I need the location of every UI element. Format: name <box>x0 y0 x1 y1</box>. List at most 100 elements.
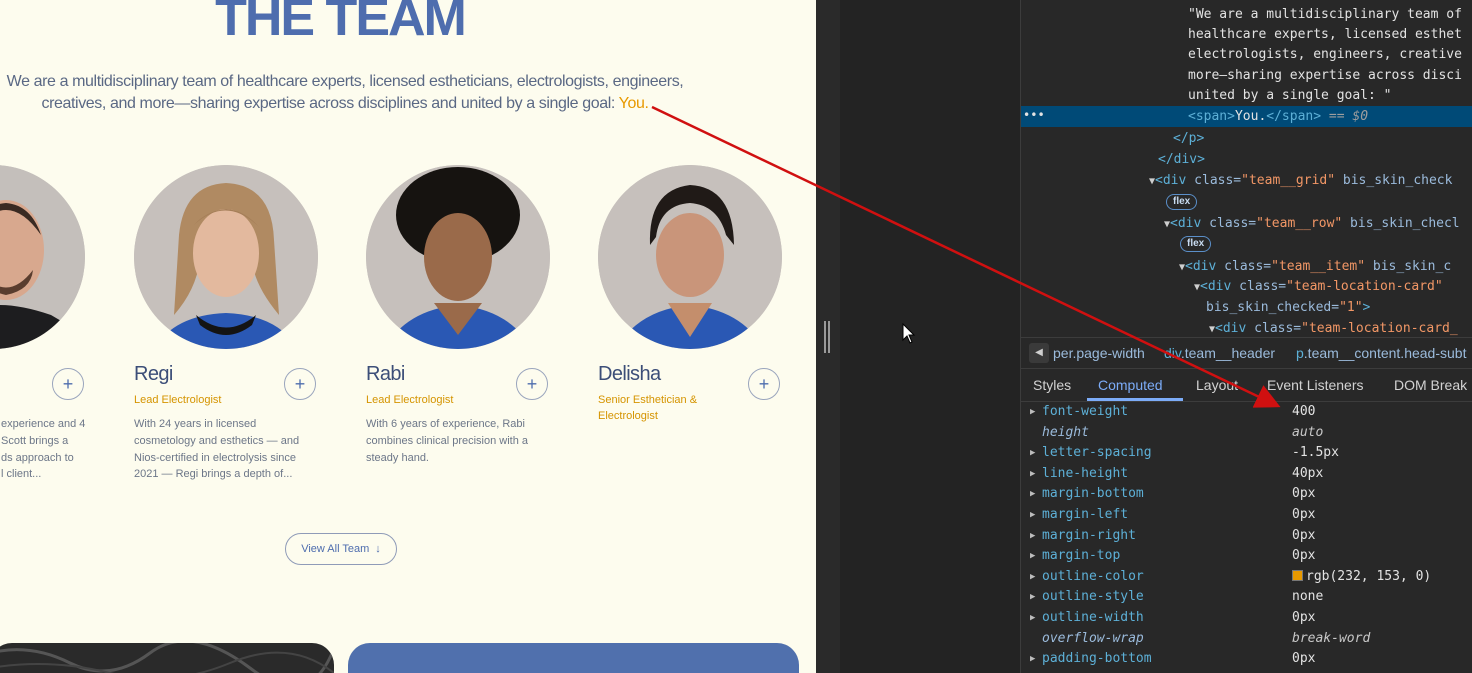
breadcrumb-item[interactable]: div.team__header <box>1164 345 1275 361</box>
property-value: 0px <box>1292 484 1315 504</box>
property-name: line-height <box>1042 465 1129 481</box>
property-name: overflow-wrap <box>1042 630 1144 646</box>
member-name: Delisha <box>598 363 661 385</box>
computed-property-row[interactable]: overflow-wrap break-word <box>1021 629 1472 650</box>
website-viewport: THE TEAM We are a multidisciplinary team… <box>0 0 816 673</box>
computed-property-row[interactable]: ▶ outline-width 0px <box>1021 608 1472 629</box>
tab-dom-breakpoints[interactable]: DOM Break <box>1394 377 1467 393</box>
dom-node-location-card-inner[interactable]: ▼<div class="team-location-card_ <box>1209 318 1458 339</box>
dom-node-team-item[interactable]: ▼<div class="team__item" bis_skin_c <box>1179 256 1451 277</box>
dom-text-node[interactable]: more—sharing expertise across disci <box>1188 65 1462 86</box>
property-value-text: 0px <box>1292 610 1316 625</box>
property-value-text: auto <box>1292 424 1324 440</box>
tab-computed[interactable]: Computed <box>1098 377 1163 393</box>
location-card-image <box>0 643 334 673</box>
property-value-text: 0px <box>1292 527 1316 543</box>
expand-member-button[interactable]: + <box>748 368 780 400</box>
expand-triangle-icon[interactable]: ▶ <box>1030 464 1035 484</box>
expand-triangle-icon[interactable]: ▶ <box>1030 526 1035 546</box>
dom-node-location-card[interactable]: ▼<div class="team-location-card" <box>1194 276 1443 297</box>
tab-layout[interactable]: Layout <box>1196 377 1238 393</box>
view-all-label: View All Team <box>301 543 370 555</box>
devtools-empty-pane <box>816 0 1020 673</box>
property-value-text: 0px <box>1292 548 1316 564</box>
computed-property-row[interactable]: ▶ letter-spacing -1.5px <box>1021 443 1472 464</box>
computed-property-row[interactable]: ▶ margin-left 0px <box>1021 505 1472 526</box>
expand-triangle-icon[interactable]: ▶ <box>1030 505 1035 525</box>
property-value-text: rgb(232, 153, 0) <box>1306 568 1432 584</box>
property-name: font-weight <box>1042 404 1129 419</box>
panel-resize-handle[interactable] <box>824 321 832 353</box>
computed-properties-list: ▶ font-weight 400 height auto ▶ letter-spacing… <box>1021 402 1472 673</box>
property-value-text: -1.5px <box>1292 445 1339 461</box>
dom-close-tag[interactable]: </div> <box>1158 149 1205 170</box>
expand-triangle-icon[interactable]: ▶ <box>1030 649 1035 669</box>
property-value: none <box>1292 587 1323 607</box>
expand-member-button[interactable]: + <box>516 368 548 400</box>
flex-badge[interactable]: flex <box>1180 236 1212 252</box>
property-value: auto <box>1292 423 1323 443</box>
property-value: 0px <box>1292 649 1315 669</box>
expand-triangle-icon[interactable]: ▶ <box>1030 443 1035 463</box>
computed-property-row[interactable]: ▶ line-height 40px <box>1021 464 1472 485</box>
mouse-cursor-icon <box>902 323 916 344</box>
more-options-icon[interactable]: ••• <box>1023 106 1045 125</box>
computed-property-row[interactable]: height auto <box>1021 423 1472 444</box>
expand-triangle-icon[interactable]: ▶ <box>1030 402 1035 422</box>
member-role: Lead Electrologist <box>366 394 454 406</box>
property-value: 0px <box>1292 608 1315 628</box>
member-photo <box>366 165 550 349</box>
intro-text: We are a multidisciplinary team of healt… <box>6 73 684 112</box>
expand-triangle-icon[interactable]: ▶ <box>1030 546 1035 566</box>
dom-close-tag[interactable]: </p> <box>1173 128 1204 149</box>
color-swatch-icon[interactable] <box>1292 569 1303 581</box>
computed-property-row[interactable]: ▶ margin-bottom 0px <box>1021 484 1472 505</box>
property-name: height <box>1042 424 1089 440</box>
property-name: outline-color <box>1042 568 1144 584</box>
property-name: outline-style <box>1042 589 1144 605</box>
expand-triangle-icon[interactable]: ▶ <box>1030 484 1035 504</box>
dom-node-team-row[interactable]: ▼<div class="team__row" bis_skin_checl <box>1164 213 1460 234</box>
property-value-text: 400 <box>1292 404 1316 419</box>
dom-text-node[interactable]: electrologists, engineers, creative <box>1188 44 1462 65</box>
dom-text-node[interactable]: healthcare experts, licensed esthet <box>1188 24 1462 45</box>
view-all-team-button[interactable]: View All Team ↓ <box>285 533 397 565</box>
computed-property-row[interactable]: ▶ margin-top 0px <box>1021 546 1472 567</box>
computed-property-row[interactable]: ▶ padding-bottom 0px <box>1021 649 1472 670</box>
dom-text-node[interactable]: united by a single goal: " <box>1188 85 1392 106</box>
property-value: 400 <box>1292 402 1315 422</box>
breadcrumb-item[interactable]: p.team__content.head-subt <box>1296 345 1466 361</box>
computed-property-row[interactable]: ▶ font-weight 400 <box>1021 402 1472 423</box>
dom-node-team-grid[interactable]: ▼<div class="team__grid" bis_skin_check <box>1149 170 1452 191</box>
member-photo <box>598 165 782 349</box>
member-photo <box>134 165 318 349</box>
property-name: outline-width <box>1042 610 1144 625</box>
chevron-left-icon[interactable]: ◀ <box>1029 343 1049 363</box>
member-bio: With 24 years in licensed cosmetology an… <box>134 418 300 481</box>
tab-styles[interactable]: Styles <box>1033 377 1071 393</box>
devtools-panel: "We are a multidisciplinary team of heal… <box>1020 0 1472 673</box>
expand-member-button[interactable]: + <box>284 368 316 400</box>
dom-span-node[interactable]: <span>You.</span> == $0 <box>1188 106 1368 127</box>
expand-triangle-icon[interactable]: ▶ <box>1030 587 1035 607</box>
breadcrumb-item[interactable]: per.page-width <box>1053 345 1145 361</box>
dom-attr-line[interactable]: bis_skin_checked="1"> <box>1206 297 1370 318</box>
property-value-text: 40px <box>1292 465 1324 481</box>
expand-triangle-icon[interactable]: ▶ <box>1030 567 1035 587</box>
expand-member-button[interactable]: + <box>52 368 84 400</box>
team-intro-paragraph: We are a multidisciplinary team of healt… <box>0 71 700 115</box>
expand-triangle-icon[interactable]: ▶ <box>1030 608 1035 628</box>
member-name: Regi <box>134 363 173 385</box>
dom-text-node[interactable]: "We are a multidisciplinary team of <box>1188 4 1462 25</box>
tab-event-listeners[interactable]: Event Listeners <box>1267 377 1364 393</box>
computed-property-row[interactable]: ▶ margin-right 0px <box>1021 526 1472 547</box>
member-role: Senior Esthetician & Electrologist <box>598 394 698 422</box>
property-value: rgb(232, 153, 0) <box>1292 567 1431 587</box>
property-value-text: 0px <box>1292 507 1316 522</box>
property-name: letter-spacing <box>1042 445 1152 461</box>
computed-property-row[interactable]: ▶ outline-color rgb(232, 153, 0) <box>1021 567 1472 588</box>
property-name: margin-left <box>1042 507 1129 522</box>
arrow-down-icon: ↓ <box>375 543 381 555</box>
computed-property-row[interactable]: ▶ outline-style none <box>1021 587 1472 608</box>
flex-badge[interactable]: flex <box>1166 194 1198 210</box>
